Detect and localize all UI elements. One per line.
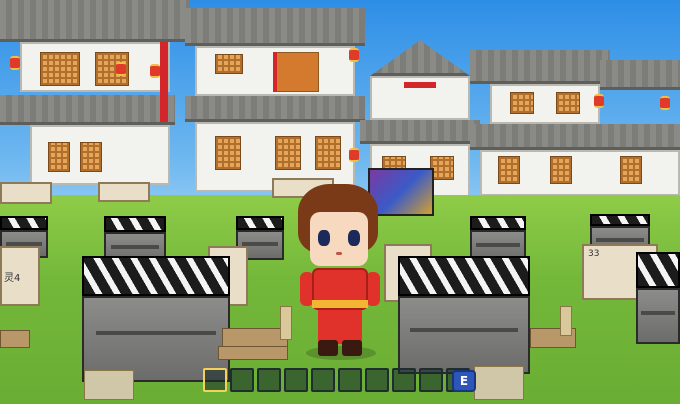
building-right bbox=[470, 50, 680, 200]
stone-post bbox=[474, 366, 524, 400]
hotbar bbox=[203, 368, 470, 396]
pressure-plate[interactable] bbox=[0, 330, 30, 348]
clapperboard-block[interactable] bbox=[636, 252, 680, 344]
small-sign bbox=[0, 182, 52, 204]
hotbar-slot-8[interactable] bbox=[392, 368, 416, 392]
game-viewport[interactable]: 灵4 33 bbox=[0, 0, 680, 404]
hotbar-slot-9[interactable] bbox=[419, 368, 443, 392]
hotbar-slot-7[interactable] bbox=[365, 368, 389, 392]
building-center bbox=[185, 8, 365, 198]
hotbar-slot-6[interactable] bbox=[338, 368, 362, 392]
hotbar-slot-4[interactable] bbox=[284, 368, 308, 392]
hotbar-slot-1[interactable] bbox=[203, 368, 227, 392]
player-character[interactable] bbox=[290, 180, 388, 360]
small-sign bbox=[98, 182, 150, 202]
hotbar-slot-3[interactable] bbox=[257, 368, 281, 392]
stone-post bbox=[560, 306, 572, 336]
stone-post bbox=[84, 370, 134, 400]
e-key-icon[interactable]: E bbox=[452, 370, 476, 392]
building-left bbox=[0, 0, 190, 200]
hotbar-slot-2[interactable] bbox=[230, 368, 254, 392]
pressure-plate[interactable] bbox=[222, 328, 288, 348]
hotbar-slot-5[interactable] bbox=[311, 368, 335, 392]
wooden-sign: 灵4 bbox=[0, 246, 40, 306]
character-face bbox=[310, 212, 368, 266]
pressure-plate[interactable] bbox=[218, 346, 288, 360]
clapperboard-block[interactable] bbox=[398, 256, 530, 374]
clapperboard-block[interactable] bbox=[82, 256, 230, 382]
